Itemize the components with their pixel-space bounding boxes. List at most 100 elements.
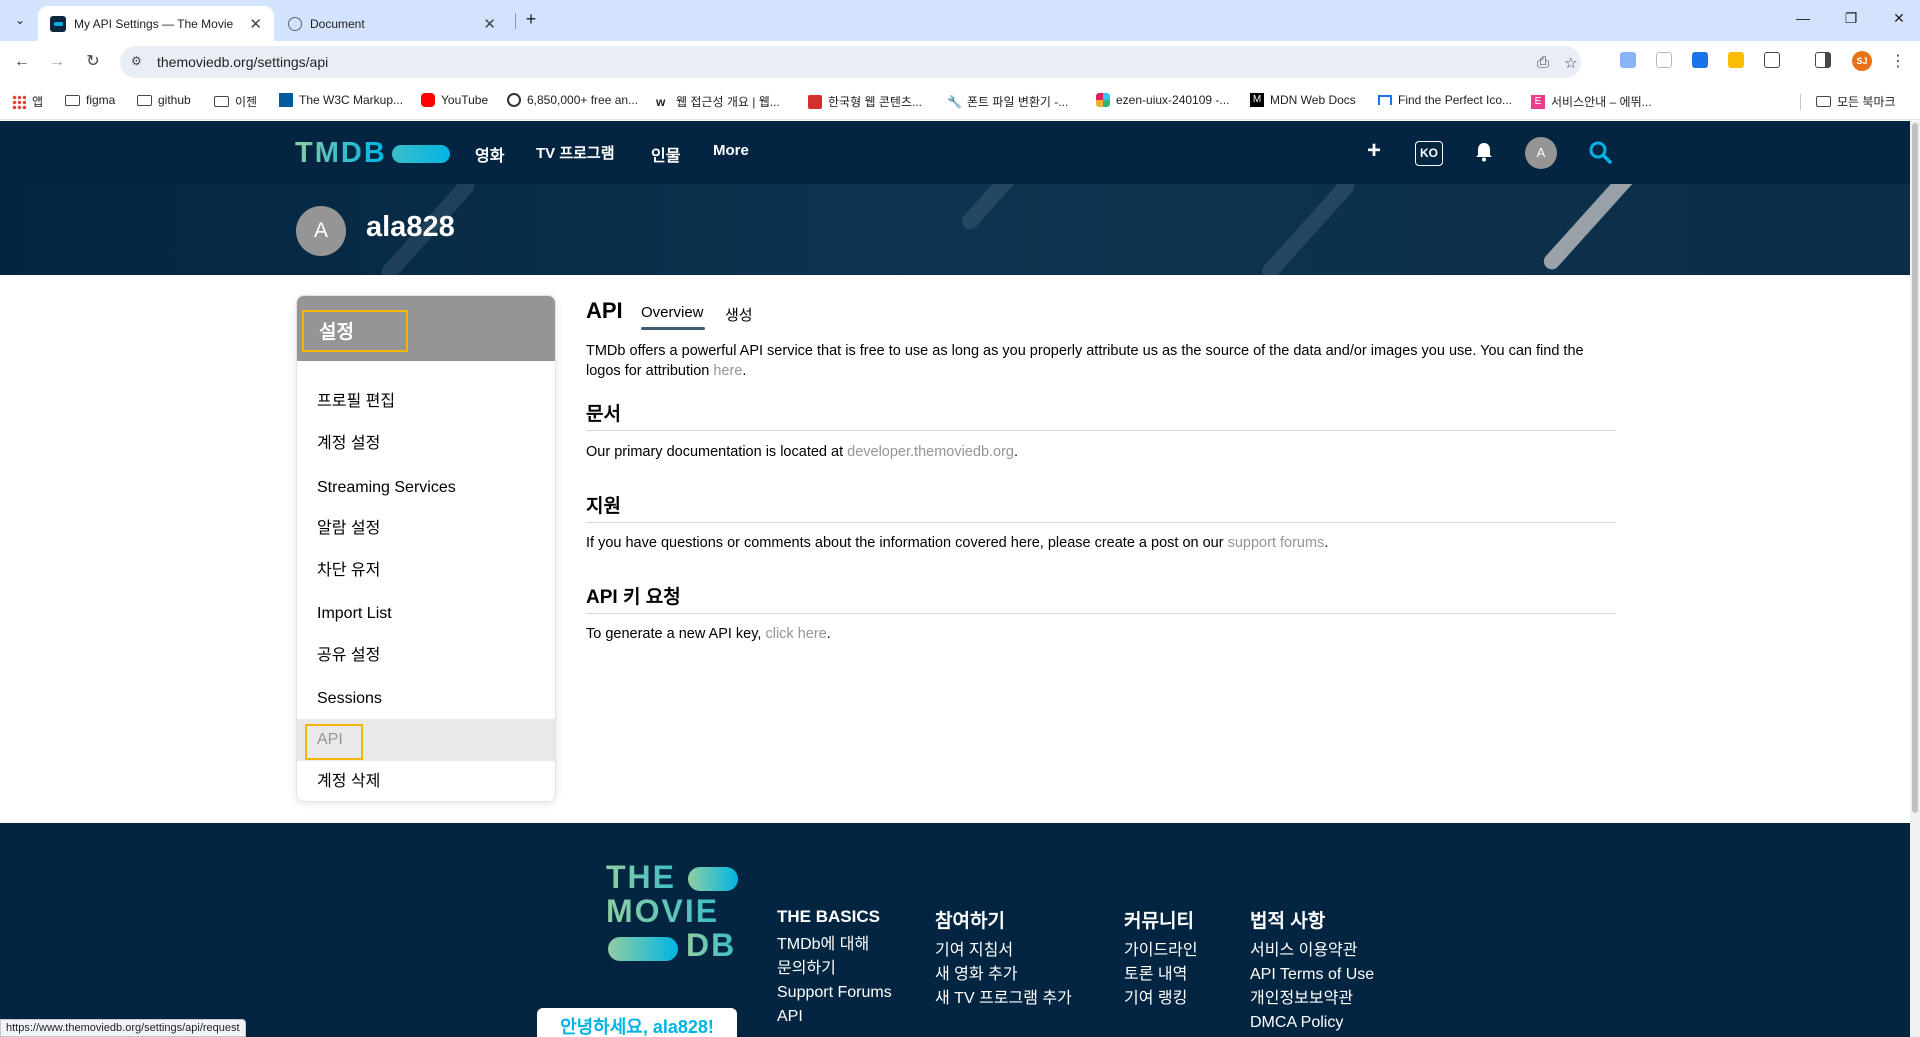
install-app-icon[interactable]: ⎙ (1537, 54, 1549, 71)
page-scrollbar[interactable] (1910, 121, 1920, 1037)
sidebar-item-import-list[interactable]: Import List (297, 593, 555, 635)
tab-my-api-settings[interactable]: My API Settings — The Movie ✕ (38, 6, 274, 41)
bookmark-web-accessibility[interactable]: w 웹 접근성 개요 | 웹... (656, 93, 780, 110)
attribution-logos-link[interactable]: here (713, 363, 742, 379)
profile-avatar[interactable]: A (296, 206, 346, 256)
scrollbar-thumb[interactable] (1912, 123, 1918, 813)
bookmark-all-bookmarks[interactable]: 모든 북마크 (1816, 93, 1896, 110)
footer-col-legal: 법적 사항 서비스 이용약관 API Terms of Use 개인정보보약관 … (1250, 906, 1374, 1035)
nav-movies[interactable]: 영화 (475, 142, 504, 166)
footer-link[interactable]: 새 TV 프로그램 추가 (935, 987, 1072, 1011)
url-text[interactable]: themoviedb.org/settings/api (157, 54, 328, 70)
footer-link[interactable]: 기여 지침서 (935, 939, 1072, 963)
reload-icon[interactable]: ↻ (81, 50, 105, 74)
tab-search-icon[interactable]: ⌄ (8, 8, 32, 32)
site-info-icon[interactable]: ⚙ (131, 54, 142, 68)
request-api-key-link[interactable]: click here (765, 626, 826, 642)
extension-icon[interactable] (1656, 52, 1672, 68)
tab-overview[interactable]: Overview (641, 304, 704, 321)
add-plus-icon[interactable]: + (1362, 137, 1386, 165)
sidebar-item-sessions[interactable]: Sessions (297, 678, 555, 720)
side-panel-icon[interactable] (1815, 52, 1831, 68)
sidebar-item-blocked-users[interactable]: 차단 유저 (297, 550, 555, 592)
banner-stripe-decoration (958, 184, 1058, 233)
sidebar-item-notification-settings[interactable]: 알람 설정 (297, 508, 555, 550)
new-tab-button[interactable]: + (520, 8, 542, 30)
footer-logo-pill (688, 867, 738, 891)
back-icon[interactable]: ← (10, 50, 34, 74)
forward-icon[interactable]: → (45, 50, 69, 74)
bookmark-star-icon[interactable]: ☆ (1564, 54, 1577, 72)
nav-people[interactable]: 인물 (651, 142, 680, 166)
profile-avatar[interactable]: SJ (1852, 51, 1872, 71)
footer-link[interactable]: 새 영화 추가 (935, 963, 1072, 987)
notification-bell-icon[interactable] (1475, 142, 1493, 162)
browser-menu-icon[interactable]: ⋮ (1890, 51, 1906, 71)
bookmark-folder-ezen[interactable]: 이젠 (214, 93, 257, 110)
banner-stripe-decoration (1540, 184, 1640, 273)
footer-link[interactable]: DMCA Policy (1250, 1011, 1374, 1035)
tab-generate[interactable]: 생성 (725, 304, 753, 325)
tmdb-logo-pill[interactable] (392, 145, 450, 163)
developer-docs-link[interactable]: developer.themoviedb.org (847, 444, 1014, 460)
link-status-url: https://www.themoviedb.org/settings/api/… (0, 1019, 246, 1037)
sidebar-item-sharing-settings[interactable]: 공유 설정 (297, 635, 555, 677)
bookmark-mdn[interactable]: M MDN Web Docs (1250, 93, 1356, 107)
profile-username[interactable]: ala828 (366, 211, 455, 244)
docs-paragraph: Our primary documentation is located at … (586, 442, 1616, 462)
extension-icon[interactable] (1620, 52, 1636, 68)
bookmark-font-converter[interactable]: 🔧 폰트 파일 변환기 -... (947, 93, 1068, 110)
e-icon: E (1531, 94, 1545, 109)
restore-icon[interactable]: ❐ (1841, 10, 1861, 27)
footer-link[interactable]: API Terms of Use (1250, 963, 1374, 987)
address-bar[interactable]: ⚙ themoviedb.org/settings/api ⎙ ☆ (120, 46, 1581, 78)
tmdb-logo[interactable]: TMDB (295, 137, 387, 170)
bookmark-w3c[interactable]: The W3C Markup... (279, 93, 403, 107)
bookmark-apps[interactable]: 앱 (12, 93, 43, 110)
close-tab-icon[interactable]: ✕ (483, 15, 496, 33)
footer-greeting-button[interactable]: 안녕하세요, ala828! (537, 1008, 737, 1037)
nav-more[interactable]: More (713, 142, 749, 159)
bookmark-kwcag[interactable]: 한국형 웹 콘텐츠... (808, 93, 922, 110)
search-icon[interactable] (1588, 140, 1612, 164)
user-avatar[interactable]: A (1525, 137, 1557, 169)
close-window-icon[interactable]: ✕ (1889, 10, 1909, 27)
extension-icon[interactable] (1728, 52, 1744, 68)
bookmark-folder-figma[interactable]: figma (65, 93, 115, 107)
footer-link[interactable]: 문의하기 (777, 957, 892, 981)
footer-link[interactable]: API (777, 1005, 892, 1029)
sidebar-item-streaming-services[interactable]: Streaming Services (297, 467, 555, 509)
flaticon-icon (507, 93, 521, 107)
bookmark-flaticon[interactable]: 6,850,000+ free an... (507, 93, 638, 107)
tab-document[interactable]: Document ✕ (276, 6, 508, 41)
nav-tv-shows[interactable]: TV 프로그램 (536, 142, 615, 163)
bookmark-find-icon[interactable]: Find the Perfect Ico... (1378, 93, 1512, 107)
sidebar-item-delete-account[interactable]: 계정 삭제 (297, 761, 555, 801)
tab-title: My API Settings — The Movie (74, 16, 234, 31)
bookmark-separator (1800, 94, 1801, 110)
sidebar-item-account-settings[interactable]: 계정 설정 (297, 423, 555, 465)
sidebar-item-edit-profile[interactable]: 프로필 편집 (297, 381, 555, 423)
extension-icon[interactable] (1692, 52, 1708, 68)
footer-link[interactable]: 토론 내역 (1124, 963, 1198, 987)
minimize-icon[interactable]: — (1793, 10, 1813, 26)
footer-logo-db[interactable]: DB (686, 927, 736, 964)
bookmark-slack[interactable]: ezen-uiux-240109 -... (1096, 93, 1229, 107)
footer-link[interactable]: TMDb에 대해 (777, 933, 892, 957)
footer-link[interactable]: 가이드라인 (1124, 939, 1198, 963)
footer-col-title: 법적 사항 (1250, 911, 1326, 932)
footer-logo-movie[interactable]: MOVIE (606, 893, 719, 930)
bookmark-folder-github[interactable]: github (137, 93, 191, 107)
footer-link[interactable]: 서비스 이용약관 (1250, 939, 1374, 963)
footer-link[interactable]: Support Forums (777, 981, 892, 1005)
footer-link[interactable]: 개인정보보약관 (1250, 987, 1374, 1011)
language-button[interactable]: KO (1415, 141, 1443, 166)
footer-link[interactable]: 기여 랭킹 (1124, 987, 1198, 1011)
section-heading-support: 지원 (586, 491, 1616, 523)
bookmark-service-info[interactable]: E 서비스안내 – 에뛰... (1531, 93, 1652, 110)
support-forums-link[interactable]: support forums (1228, 535, 1325, 551)
footer-logo-the[interactable]: THE (606, 859, 676, 896)
bookmark-youtube[interactable]: YouTube (421, 93, 488, 107)
close-tab-icon[interactable]: ✕ (249, 15, 262, 33)
extensions-puzzle-icon[interactable] (1764, 52, 1780, 68)
